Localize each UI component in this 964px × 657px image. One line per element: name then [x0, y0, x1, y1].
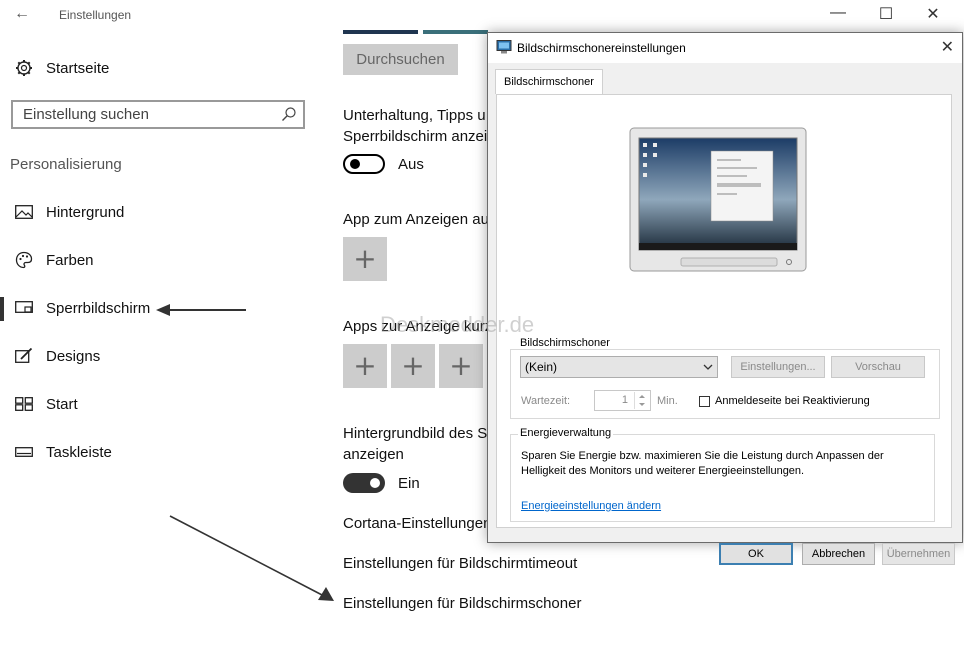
sidebar-item-designs[interactable]: Designs [14, 344, 100, 368]
apply-button[interactable]: Übernehmen [882, 543, 955, 565]
monitor-preview-icon [629, 127, 807, 272]
dialog-body: Bildschirmschoner Bildschirmschoner (Kei… [488, 63, 962, 565]
spinner-arrows-icon[interactable] [634, 392, 649, 409]
nav-home-label: Startseite [46, 59, 110, 77]
tips-toggle[interactable] [343, 154, 385, 174]
tab-screensaver[interactable]: Bildschirmschoner [495, 69, 603, 94]
palette-icon [14, 251, 34, 269]
search-icon[interactable] [281, 106, 297, 126]
screensaver-settings-link[interactable]: Einstellungen für Bildschirmschoner [343, 593, 581, 614]
background-toggle[interactable] [343, 473, 385, 493]
sidebar-item-label: Hintergrund [46, 203, 125, 221]
maximize-button[interactable]: ☐ [872, 4, 900, 24]
gear-icon [14, 59, 34, 77]
search-input[interactable]: Einstellung suchen [11, 100, 305, 129]
wait-unit: Min. [657, 395, 678, 407]
screensaver-group-label: Bildschirmschoner [518, 337, 612, 349]
add-quick-app-button[interactable]: + [439, 344, 483, 388]
resume-checkbox[interactable] [699, 396, 710, 407]
background-toggle-state: Ein [398, 475, 420, 492]
energy-description: Sparen Sie Energie bzw. maximieren Sie d… [521, 450, 884, 477]
screensaver-settings-button[interactable]: Einstellungen... [731, 356, 825, 378]
ok-button[interactable]: OK [719, 543, 793, 565]
taskbar-icon [14, 443, 34, 461]
screensaver-select[interactable]: (Kein) [520, 356, 718, 378]
sidebar-item-label: Farben [46, 251, 94, 269]
search-placeholder: Einstellung suchen [23, 106, 149, 123]
browse-button[interactable]: Durchsuchen [343, 44, 458, 75]
brush-icon [14, 347, 34, 365]
monitor-app-icon [496, 39, 512, 60]
sidebar-item-label: Designs [46, 347, 101, 365]
resume-checkbox-label: Anmeldeseite bei Reaktivierung [715, 395, 870, 407]
screen-timeout-link[interactable]: Einstellungen für Bildschirmtimeout [343, 553, 577, 574]
nav-home[interactable]: Startseite [14, 56, 109, 80]
add-quick-app-button[interactable]: + [343, 344, 387, 388]
dialog-titlebar[interactable]: Bildschirmschonereinstellungen ✕ [488, 33, 962, 63]
start-tiles-icon [14, 395, 34, 413]
tips-toggle-state: Aus [398, 156, 424, 173]
energy-settings-link[interactable]: Energieeinstellungen ändern [521, 500, 661, 512]
back-arrow-icon[interactable]: ← [14, 5, 30, 23]
dialog-close-button[interactable]: ✕ [941, 37, 954, 57]
preview-button[interactable]: Vorschau [831, 356, 925, 378]
wait-spinner[interactable]: 1 [594, 390, 651, 411]
sidebar-item-taskleiste[interactable]: Taskleiste [14, 440, 112, 464]
picture-icon [14, 203, 34, 221]
sidebar-item-farben[interactable]: Farben [14, 248, 94, 272]
tips-setting-text: Unterhaltung, Tipps u Sperrbildschirm an… [343, 107, 496, 145]
window-title: Einstellungen [59, 8, 132, 22]
chevron-down-icon [703, 361, 713, 375]
cortana-settings-link[interactable]: Cortana-Einstellungen [343, 513, 491, 534]
close-button[interactable]: ✕ [919, 4, 947, 24]
add-detail-app-button[interactable]: + [343, 237, 387, 281]
sidebar-item-sperrbildschirm[interactable]: Sperrbildschirm [14, 296, 150, 320]
sidebar-item-label: Start [46, 395, 78, 413]
section-heading: Personalisierung [10, 156, 122, 173]
screensaver-dialog: Bildschirmschonereinstellungen ✕ Bildsch… [487, 32, 963, 565]
image-thumbnail-strip [343, 30, 418, 34]
cancel-button[interactable]: Abbrechen [802, 543, 875, 565]
watermark: Deskmodder.de [380, 312, 535, 337]
minimize-button[interactable]: — [824, 4, 852, 22]
selection-indicator [0, 297, 4, 321]
dialog-title: Bildschirmschonereinstellungen [517, 41, 686, 55]
background-setting-text: Hintergrundbild des S anzeigen [343, 425, 488, 463]
annotation-arrow-left-icon [156, 304, 246, 316]
energy-group-label: Energieverwaltung [518, 427, 614, 439]
lock-screen-icon [14, 299, 34, 317]
sidebar-item-label: Sperrbildschirm [46, 299, 151, 317]
sidebar-item-start[interactable]: Start [14, 392, 78, 416]
annotation-arrow-diagonal-icon [169, 515, 334, 601]
add-quick-app-button[interactable]: + [391, 344, 435, 388]
sidebar-item-label: Taskleiste [46, 443, 112, 461]
wait-label: Wartezeit: [521, 395, 571, 407]
sidebar-item-hintergrund[interactable]: Hintergrund [14, 200, 124, 224]
image-thumbnail-strip [423, 30, 488, 34]
detail-app-heading: App zum Anzeigen au [343, 211, 489, 228]
